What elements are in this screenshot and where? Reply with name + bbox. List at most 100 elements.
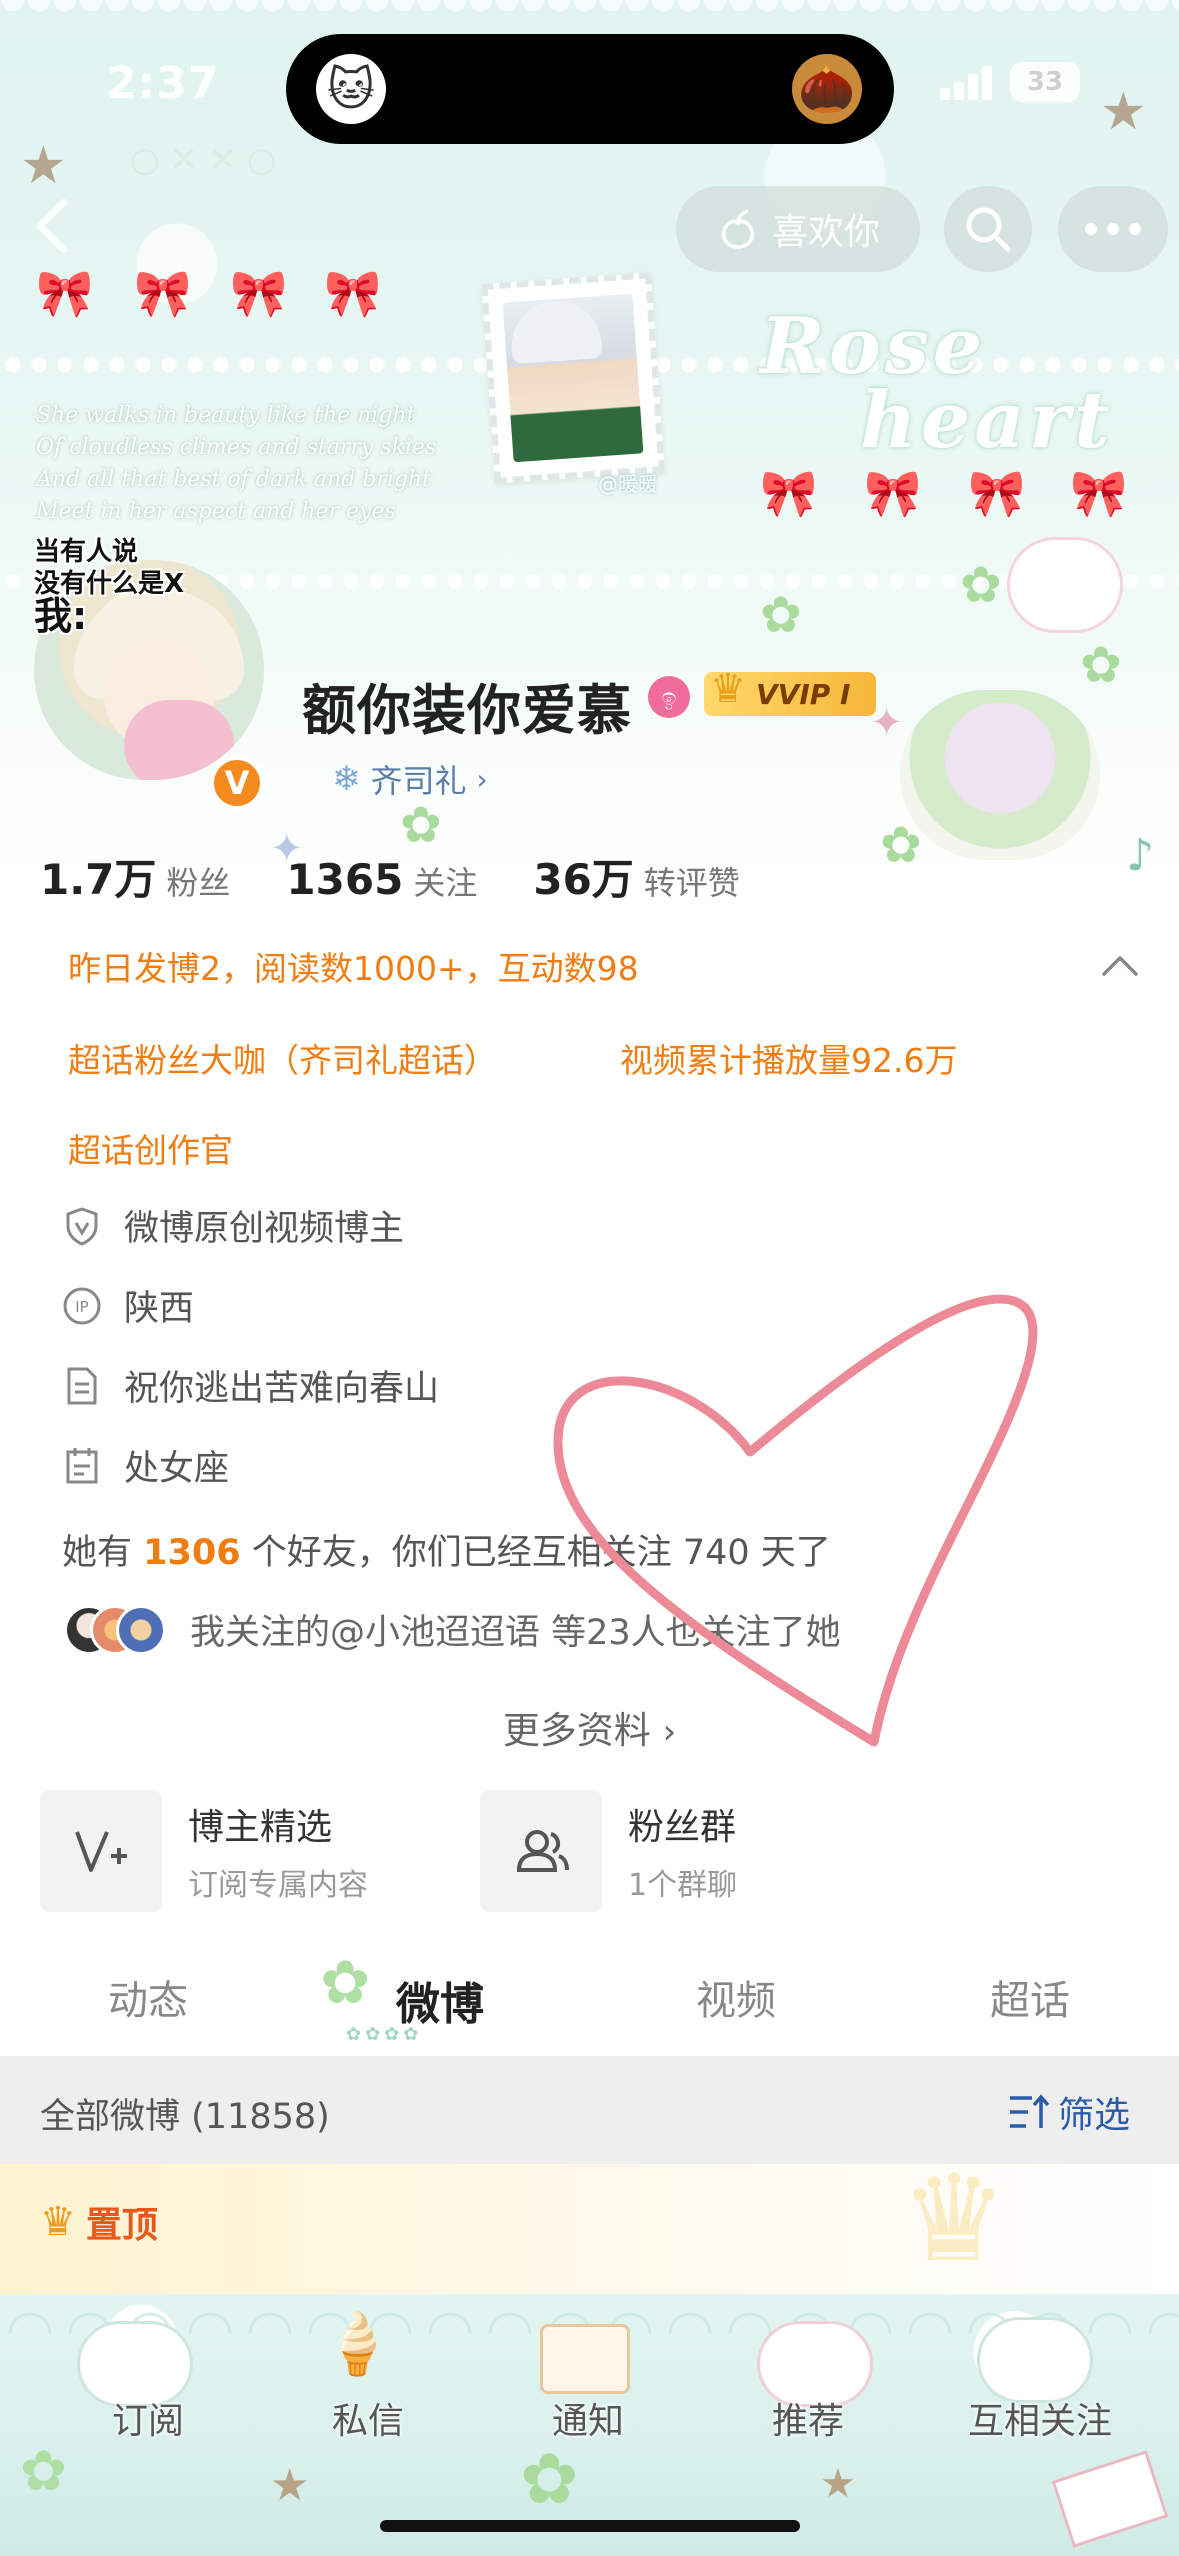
all-weibo-count[interactable]: 全部微博 (11858) <box>40 2088 330 2139</box>
ice-cream-icon: 🍦 <box>320 2309 395 2379</box>
envelope-icon <box>1051 2450 1169 2548</box>
filter-button[interactable]: 筛选 <box>1008 2086 1130 2138</box>
clover-icon: ✿ <box>520 2438 579 2520</box>
like-you-label: 喜欢你 <box>771 212 880 253</box>
more-button[interactable] <box>1058 186 1168 272</box>
shield-v-icon <box>66 1206 98 1246</box>
info-row-ip: IP 陕西 <box>62 1280 194 1331</box>
bow-icon: 🎀 <box>230 266 288 320</box>
clover-icon: ✿ <box>960 556 1002 614</box>
music-note-icon: ♪ <box>1126 830 1155 880</box>
avatar-sticker-text: 当有人说 没有什么是X 我: <box>34 537 185 638</box>
pinned-label: ♛ 置顶 <box>40 2199 158 2246</box>
status-time: 2:37 <box>106 58 220 109</box>
star-decor-icon: ★ <box>270 2460 310 2511</box>
star-decor-icon: ★ <box>1100 82 1147 142</box>
chevron-left-icon <box>37 199 67 253</box>
crown-icon: ♛ <box>40 2199 76 2245</box>
stat-interactions[interactable]: 36万 转评赞 <box>533 846 739 907</box>
clover-icon: ✿ <box>400 796 442 854</box>
ip-icon: IP <box>63 1287 101 1324</box>
profile-stats: 1.7万 粉丝 1365 关注 36万 转评赞 <box>40 846 796 907</box>
tab-super-topic[interactable]: 超话 <box>930 1968 1130 2026</box>
chevron-right-icon: › <box>476 762 488 796</box>
chevron-right-icon: › <box>662 1712 677 1752</box>
bow-icon: 🎀 <box>324 266 382 320</box>
super-topic-name: 齐司礼 <box>370 762 467 800</box>
search-icon <box>966 207 1011 252</box>
tab-video[interactable]: 视频 <box>636 1968 836 2026</box>
clover-icon: ✿ <box>20 2439 67 2504</box>
star-decor-icon: ★ <box>820 2461 856 2507</box>
tab-activity[interactable]: 动态 <box>48 1968 248 2026</box>
lace-border <box>0 0 1179 24</box>
like-you-button[interactable]: 喜欢你 <box>676 186 920 272</box>
info-row-verification: 微博原创视频博主 <box>62 1200 404 1251</box>
topic-badge-icon[interactable]: ඉ <box>648 676 690 718</box>
dynamic-island: 🐱 🌰 <box>286 34 894 144</box>
tab-underline-decor: ✿✿✿✿ <box>346 2024 423 2045</box>
stat-following[interactable]: 1365 关注 <box>286 855 477 904</box>
apple-mascot-icon <box>900 690 1100 860</box>
stat-followers[interactable]: 1.7万 粉丝 <box>40 846 230 907</box>
crown-watermark-icon: ♛ <box>900 2150 1008 2289</box>
v-plus-icon <box>75 1831 127 1872</box>
clover-icon: ✿ <box>760 586 802 644</box>
mutual-avatars <box>64 1604 166 1655</box>
avatar <box>116 1604 166 1655</box>
bottom-tab-messages[interactable]: 私信 <box>268 2392 468 2444</box>
bottom-tab-notifications[interactable]: 通知 <box>488 2392 688 2444</box>
document-icon <box>67 1367 97 1404</box>
bow-icon: 🎀 <box>760 466 818 520</box>
bunny-sticker-icon <box>980 2320 1090 2400</box>
badge-super-topic-fan[interactable]: 超话粉丝大咖（齐司礼超话） <box>68 1034 497 1082</box>
badge-super-topic-creator[interactable]: 超话创作官 <box>68 1124 233 1172</box>
clover-icon: ✿ <box>1080 636 1122 694</box>
super-topic-link[interactable]: ❄ 齐司礼 › <box>332 756 488 802</box>
envelope-icon <box>540 2324 630 2394</box>
bow-icon: 🎀 <box>968 466 1026 520</box>
clover-icon: ✿ <box>880 816 922 874</box>
home-indicator[interactable] <box>380 2520 800 2532</box>
bow-icon: 🎀 <box>36 266 94 320</box>
bow-icon: 🎀 <box>864 466 922 520</box>
info-row-bio: 祝你逃出苦难向春山 <box>62 1360 439 1411</box>
heart-doodle-icon <box>553 1294 1038 1747</box>
banner-title: Rose heart <box>760 301 1114 466</box>
group-icon <box>516 1830 569 1872</box>
cat-icon: 🐱 <box>316 54 386 124</box>
tab-weibo[interactable]: 微博 <box>340 1968 540 2032</box>
chevron-up-icon[interactable] <box>1100 950 1140 980</box>
yesterday-summary: 昨日发博2，阅读数1000+，互动数98 <box>68 949 639 988</box>
bottom-tab-mutual-follow[interactable]: 互相关注 <box>930 2392 1150 2444</box>
banner-poem: She walks in beauty like the night Of cl… <box>36 403 437 524</box>
verified-v-badge-icon: V <box>210 756 264 810</box>
signal-icon <box>940 66 996 100</box>
back-button[interactable] <box>32 196 92 256</box>
snowflake-icon: ❄ <box>332 759 361 799</box>
peach-icon <box>721 209 755 249</box>
bunny-sticker-icon <box>1010 540 1120 630</box>
bottom-tab-subscribe[interactable]: 订阅 <box>48 2392 248 2444</box>
friends-count: 1306 <box>143 1533 241 1573</box>
creator-picks-card[interactable]: 博主精选 订阅专属内容 <box>40 1790 368 1912</box>
battery-icon: 33 <box>1010 62 1080 102</box>
calendar-icon <box>66 1447 98 1483</box>
filter-icon <box>1010 2094 1050 2128</box>
bow-icon: 🎀 <box>134 266 192 320</box>
profile-name: 额你装你爱慕 <box>302 679 632 742</box>
crown-icon: ♛ <box>710 666 746 712</box>
search-button[interactable] <box>944 186 1032 272</box>
badge-video-plays[interactable]: 视频累计播放量92.6万 <box>620 1034 957 1082</box>
bottom-tab-recommend[interactable]: 推荐 <box>708 2392 908 2444</box>
bow-icon: 🎀 <box>1070 466 1128 520</box>
more-dots-icon <box>1085 223 1141 235</box>
star-decor-icon: ★ <box>20 136 67 196</box>
svg-text:IP: IP <box>75 1298 88 1316</box>
profile-tabs: 动态 ✿ 微博 ✿✿✿✿ 视频 超话 <box>0 1948 1179 2056</box>
decor-circles: ○✕✕○ <box>130 140 287 180</box>
character-stamp <box>481 272 665 484</box>
fan-group-card[interactable]: 粉丝群 1个群聊 <box>480 1790 737 1912</box>
vvip-badge[interactable]: ♛ VVIP Ⅰ <box>704 666 877 716</box>
more-info-link[interactable]: 更多资料 › <box>0 1700 1179 1754</box>
